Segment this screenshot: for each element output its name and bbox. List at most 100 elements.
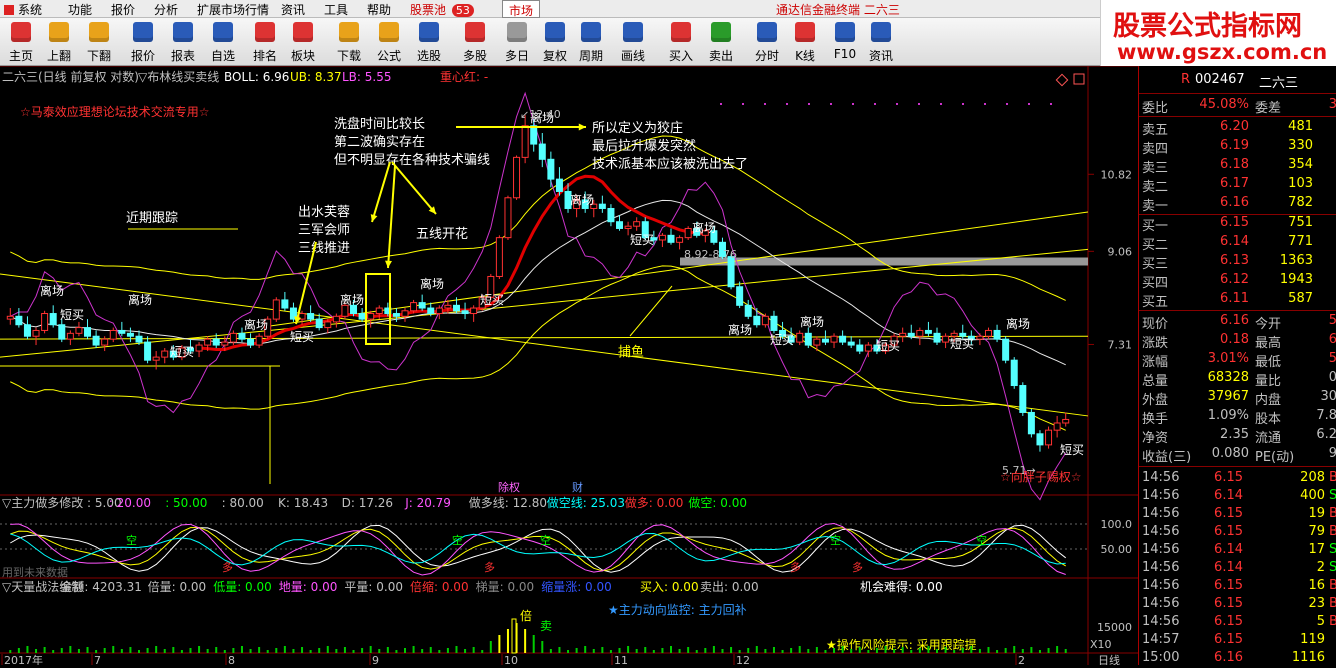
- signal-dot: [852, 103, 854, 105]
- toolbar-formula-button[interactable]: 公式: [370, 20, 408, 64]
- stat-row: 收益(三) 0.080 PE(动) 9: [1139, 445, 1336, 465]
- report-icon: [173, 22, 193, 42]
- bid-price: 6.15: [1220, 215, 1249, 230]
- menu-tools[interactable]: 工具: [324, 1, 348, 18]
- toolbar-f8-button[interactable]: 周期: [572, 20, 610, 64]
- candle-body: [135, 335, 143, 343]
- chart-canvas[interactable]: 二六三(日线 前复权 对数) ▽布林线买卖线 BOLL: 6.96 UB: 8.37 L…: [0, 66, 1138, 665]
- ask-price: 6.20: [1220, 119, 1249, 134]
- restore-icon: [1073, 73, 1085, 85]
- toolbar-sell-button[interactable]: 卖出: [702, 20, 740, 64]
- candle-body: [161, 350, 169, 358]
- f6-icon: [213, 22, 233, 42]
- tick-row: 14:56 6.15 208 B: [1139, 469, 1336, 488]
- volume-bar: [670, 646, 672, 653]
- menu-quote[interactable]: 报价: [111, 1, 135, 18]
- menu-stock-pool[interactable]: 股票池 53: [410, 1, 474, 18]
- bid-price: 6.12: [1220, 272, 1249, 287]
- sub1-axis-label: 50.00: [1101, 543, 1133, 556]
- sub1-signal-mark: 空: [830, 533, 841, 547]
- toolbar-draw-line-button[interactable]: 画线: [614, 20, 652, 64]
- candle-body: [736, 286, 744, 306]
- toolbar-news-button[interactable]: 资讯: [862, 20, 900, 64]
- candle-body: [513, 156, 521, 199]
- candle-body: [410, 302, 418, 312]
- volume-bar: [386, 647, 389, 653]
- candle-body: [332, 315, 340, 323]
- toolbar-label: 买入: [668, 49, 693, 63]
- menu-system[interactable]: 系统: [4, 1, 42, 18]
- volume-bar: [858, 647, 861, 653]
- formula-icon: [379, 22, 399, 42]
- candle-body: [1019, 385, 1027, 413]
- toolbar-label: 卖出: [708, 49, 733, 63]
- date-label: 9: [372, 654, 379, 665]
- signal-dot: [896, 103, 898, 105]
- quote-icon: [133, 22, 153, 42]
- toolbar-multi-day-button[interactable]: 多日: [498, 20, 536, 64]
- volume-bar: [35, 649, 38, 653]
- stat-value: 1.09%: [1207, 408, 1249, 423]
- volume-bar: [592, 649, 595, 653]
- toolbar-arrow-up-button[interactable]: 上翻: [40, 20, 78, 64]
- candle-body: [942, 335, 950, 343]
- bid-label: 买四: [1142, 276, 1169, 291]
- menu-extended-market[interactable]: 扩展市场行情: [197, 1, 269, 18]
- trendline: [0, 248, 1089, 358]
- ask-label: 卖二: [1142, 180, 1169, 195]
- ask-row: 卖三 6.18 354: [1139, 156, 1336, 176]
- candle-body: [307, 313, 315, 320]
- toolbar-label: 报价: [130, 49, 155, 63]
- volume-bar: [1038, 650, 1041, 653]
- menu-news[interactable]: 资讯: [281, 1, 305, 18]
- stat-row: 外盘 37967 内盘 30: [1139, 388, 1336, 408]
- tick-volume: 1116: [1291, 650, 1325, 665]
- candle-body: [75, 327, 83, 334]
- toolbar-quote-button[interactable]: 报价: [124, 20, 162, 64]
- toolbar-stock-select-button[interactable]: 选股: [410, 20, 448, 64]
- toolbar-intraday-button[interactable]: 分时: [748, 20, 786, 64]
- volume-bar: [730, 647, 733, 653]
- toolbar-sector-button[interactable]: 板块: [284, 20, 322, 64]
- sub1-signal-mark: 空: [976, 533, 987, 547]
- toolbar-rank-button[interactable]: 排名: [246, 20, 284, 64]
- tab-market[interactable]: 市场: [502, 0, 541, 18]
- candle-body: [247, 338, 255, 346]
- volume-bar: [978, 649, 981, 653]
- signal-sell-label: 离场: [692, 220, 716, 235]
- tick-row: 14:56 6.14 400 S: [1139, 487, 1336, 506]
- toolbar-multi-stock-button[interactable]: 多股: [456, 20, 494, 64]
- tick-price: 6.15: [1214, 506, 1243, 521]
- candle-body: [281, 299, 289, 309]
- toolbar-buy-button[interactable]: 买入: [662, 20, 700, 64]
- sub2-risk: ★操作风险提示: 采用跟踪提: [826, 637, 977, 652]
- price-axis-label: 9.06: [1108, 245, 1133, 258]
- volume-bar: [309, 650, 312, 653]
- menu-help[interactable]: 帮助: [367, 1, 391, 18]
- toolbar-f10-button[interactable]: F10: [826, 20, 864, 64]
- candle-body: [555, 178, 563, 192]
- toolbar-kline-button[interactable]: K线: [786, 20, 824, 64]
- toolbar-download-button[interactable]: 下载: [330, 20, 368, 64]
- download-icon: [339, 22, 359, 42]
- tick-side: B: [1329, 524, 1336, 539]
- signal-buy-label: 短买: [480, 293, 504, 307]
- toolbar-home-button[interactable]: 主页: [2, 20, 40, 64]
- signal-dot: [1028, 103, 1030, 105]
- menu-analysis[interactable]: 分析: [154, 1, 178, 18]
- toolbar-arrow-down-button[interactable]: 下翻: [80, 20, 118, 64]
- ask-volume: 103: [1288, 176, 1313, 191]
- candle-body: [916, 329, 924, 337]
- sub1-value: 做空线: 25.03: [547, 495, 625, 510]
- news-icon: [871, 22, 891, 42]
- candle-body: [1045, 429, 1053, 446]
- toolbar-f6-button[interactable]: 自选: [204, 20, 242, 64]
- toolbar-report-button[interactable]: 报表: [164, 20, 202, 64]
- menu-function[interactable]: 功能: [68, 1, 92, 18]
- tick-price: 6.15: [1214, 596, 1243, 611]
- stat-label: 净资: [1142, 431, 1169, 446]
- candle-body: [813, 338, 821, 346]
- volume-bar: [1004, 648, 1007, 653]
- volume-bar: [249, 649, 252, 653]
- toolbar-restore-right-button[interactable]: 复权: [536, 20, 574, 64]
